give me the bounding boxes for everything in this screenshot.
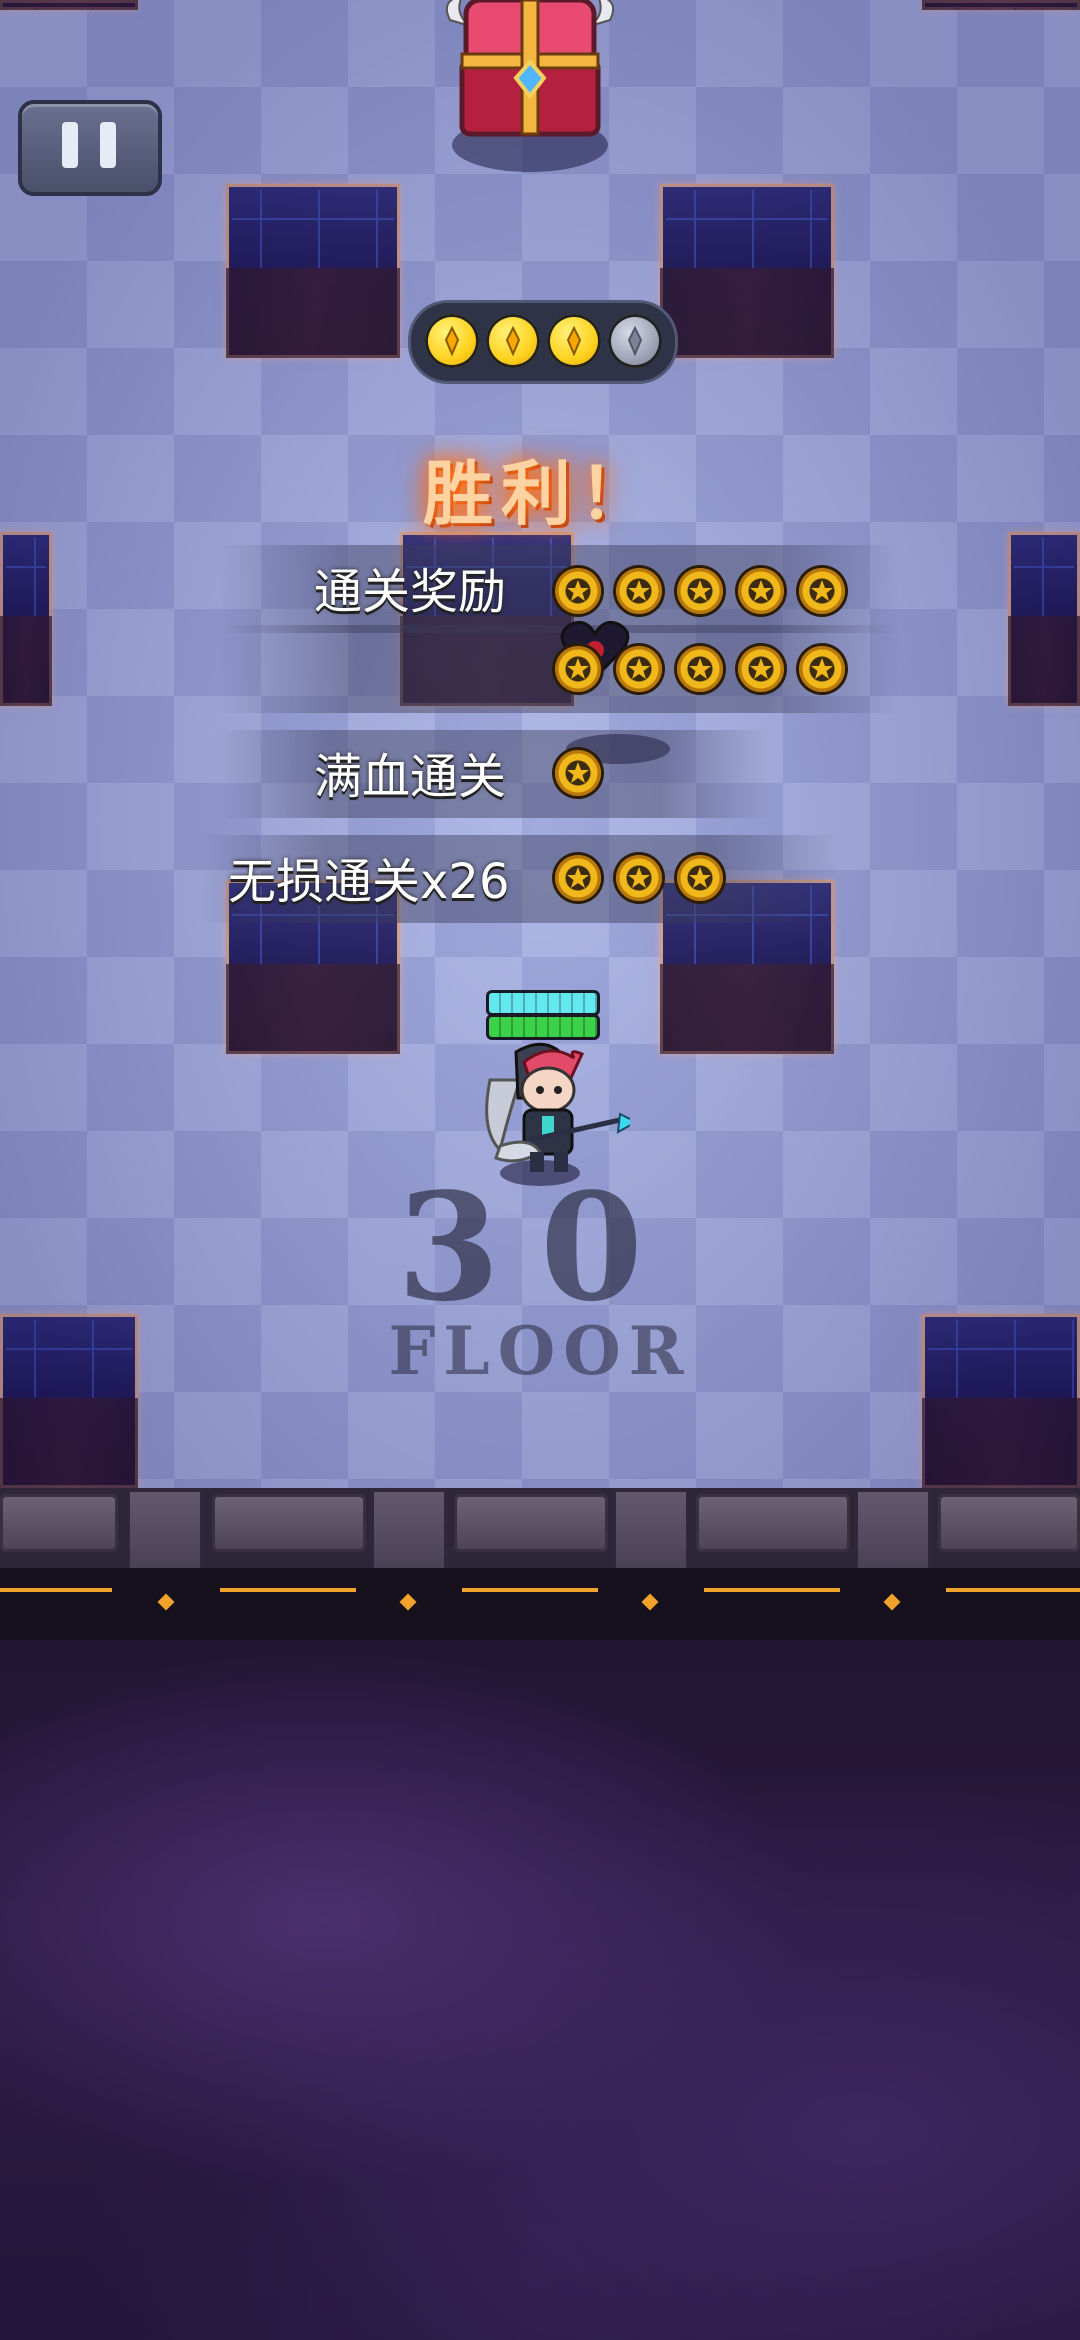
wall-slab	[696, 1494, 850, 1552]
star-medal-icon	[555, 646, 601, 692]
pit	[0, 0, 138, 10]
empty-coin-icon	[608, 314, 662, 368]
star-medal-icon	[677, 646, 723, 692]
star-medal-icon	[738, 568, 784, 614]
wall-post	[126, 1488, 204, 1580]
gold-coin-icon	[486, 314, 540, 368]
ledge-accent-line	[0, 1588, 112, 1592]
wall-post	[612, 1488, 690, 1580]
floor-number: 30	[397, 1160, 683, 1334]
wall-post	[854, 1488, 932, 1580]
gold-coin-icon	[425, 314, 479, 368]
gold-coin-icon	[547, 314, 601, 368]
star-medal-icon	[616, 568, 662, 614]
star-medal-icon	[799, 568, 845, 614]
shield-bar	[486, 990, 600, 1016]
bottom-wall	[0, 1488, 1080, 1580]
ledge-accent-line	[462, 1588, 598, 1592]
wall-slab	[454, 1494, 608, 1552]
stage-progress-stars	[408, 300, 678, 384]
star-medal-icon	[677, 855, 723, 901]
wall-post	[370, 1488, 448, 1580]
pause-button[interactable]	[18, 100, 162, 196]
star-medal-icon	[616, 855, 662, 901]
treasure-chest-icon[interactable]	[440, 0, 620, 170]
star-medal-icon	[799, 646, 845, 692]
ledge-accent-dot	[641, 1593, 659, 1611]
hero-status-bars	[486, 990, 600, 1040]
star-medal-icon	[738, 646, 784, 692]
ledge-accent-dot	[157, 1593, 175, 1611]
no-damage-clear-label: 无损通关x26	[228, 854, 510, 910]
game-stage: 胜利！ 通关奖励 满血通关 无损通关x26 30 FLOOR	[0, 0, 1080, 2340]
pit	[226, 184, 400, 358]
pause-icon	[62, 122, 78, 168]
wall-slab	[212, 1494, 366, 1552]
star-medal-icon	[555, 568, 601, 614]
wall-slab	[938, 1494, 1080, 1552]
ledge-accent-line	[704, 1588, 840, 1592]
pit	[0, 532, 52, 706]
floor-label: FLOOR	[388, 1312, 692, 1390]
abyss-background	[0, 1640, 1080, 2340]
pit	[1008, 532, 1080, 706]
full-hp-clear-label: 满血通关	[314, 749, 507, 805]
ledge-accent-dot	[883, 1593, 901, 1611]
pit	[660, 184, 834, 358]
ledge-accent-line	[946, 1588, 1080, 1592]
star-medal-icon	[677, 568, 723, 614]
victory-title: 胜利！	[423, 453, 657, 535]
health-bar	[486, 1014, 600, 1040]
star-medal-icon	[555, 750, 601, 796]
star-medal-icon	[555, 855, 601, 901]
pit	[922, 0, 1080, 10]
pause-icon	[100, 122, 116, 168]
ledge-accent-line	[220, 1588, 356, 1592]
star-medal-icon	[616, 646, 662, 692]
ledge-accent-dot	[399, 1593, 417, 1611]
wall-slab	[0, 1494, 118, 1552]
clear-reward-label: 通关奖励	[314, 564, 507, 620]
